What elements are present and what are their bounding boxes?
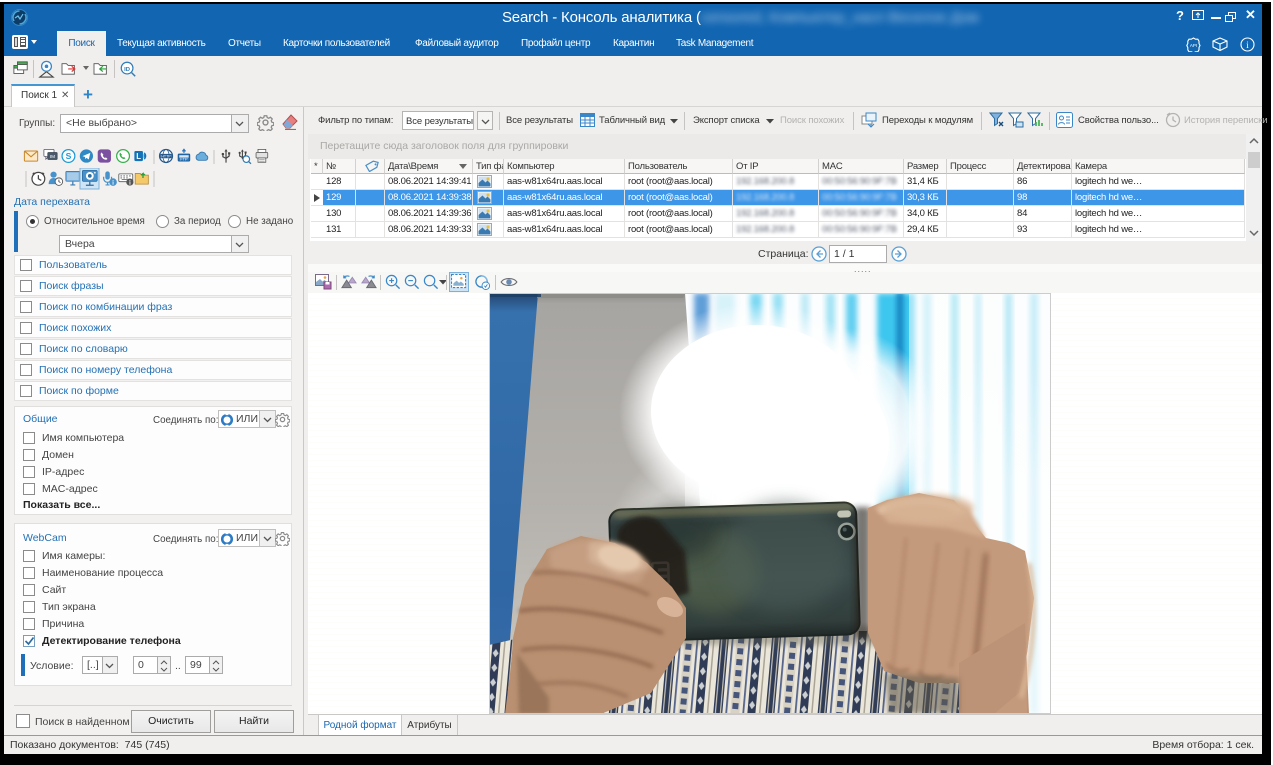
svg-text:FTP: FTP (180, 157, 188, 162)
svg-text:ID: ID (124, 67, 130, 73)
svg-text:i: i (1246, 40, 1249, 50)
svg-text:HTTP: HTTP (161, 154, 171, 158)
svg-text:L: L (136, 152, 141, 161)
svg-text:API: API (1190, 43, 1197, 48)
svg-text:S: S (66, 151, 72, 161)
svg-text:IM: IM (50, 154, 55, 159)
